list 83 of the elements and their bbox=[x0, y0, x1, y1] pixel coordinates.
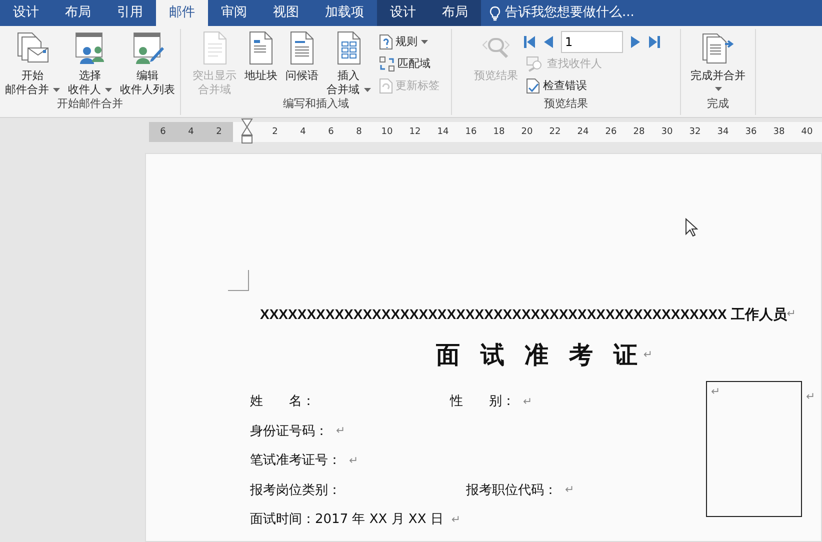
next-record-icon[interactable] bbox=[631, 36, 640, 48]
field-label: 身份证号码： bbox=[250, 422, 328, 440]
ruler-number: 16 bbox=[464, 126, 478, 139]
tell-me-search[interactable]: 告诉我您想要做什么... bbox=[505, 3, 634, 23]
person-pencil-icon bbox=[130, 31, 164, 65]
ribbon-tab[interactable]: 邮件 bbox=[156, 0, 208, 26]
paragraph-mark: ↵ bbox=[336, 423, 346, 439]
envelope-documents-icon bbox=[16, 31, 50, 65]
ruler-number: 38 bbox=[772, 126, 786, 139]
last-record-icon[interactable] bbox=[648, 36, 660, 48]
field-label: 笔试准考证号： bbox=[250, 452, 341, 470]
ribbon-tab[interactable]: 引用 bbox=[104, 0, 156, 26]
paragraph-mark: ↵ bbox=[523, 394, 532, 410]
ribbon-button[interactable]: 选择 收件人 bbox=[66, 31, 114, 97]
lightbulb-icon bbox=[489, 6, 501, 20]
paragraph-mark: ↵ bbox=[565, 482, 574, 498]
ruler-number: 4 bbox=[187, 126, 195, 139]
ruler-number: 8 bbox=[355, 126, 363, 139]
documents-arrow-icon bbox=[701, 31, 735, 65]
ribbon-button[interactable]: 完成并合并 bbox=[688, 31, 748, 97]
ribbon-tab[interactable]: 布局 bbox=[52, 0, 104, 26]
ruler-number: 26 bbox=[604, 126, 618, 139]
ribbon-button[interactable]: 规则 bbox=[376, 31, 442, 53]
ruler-number: 34 bbox=[716, 126, 730, 139]
paragraph-mark: ↵ bbox=[806, 389, 816, 405]
ribbon-tab[interactable]: 设计 bbox=[377, 0, 429, 26]
paragraph-mark: ↵ bbox=[451, 512, 461, 528]
ribbon-tab[interactable]: 视图 bbox=[260, 0, 312, 26]
crop-mark bbox=[228, 270, 249, 291]
ruler-number: 4 bbox=[299, 126, 307, 139]
paragraph-mark: ↵ bbox=[643, 346, 653, 363]
field-label: 报考职位代码： bbox=[466, 482, 557, 500]
group-label: 预览结果 bbox=[543, 97, 589, 112]
check-document-icon bbox=[526, 78, 540, 94]
ruler-number: 28 bbox=[632, 126, 646, 139]
ruler-number: 2 bbox=[215, 126, 223, 139]
ruler-number: 10 bbox=[380, 126, 394, 139]
ribbon-button[interactable]: 问候语 bbox=[284, 31, 320, 97]
ruler-number: 6 bbox=[327, 126, 335, 139]
refresh-document-icon bbox=[378, 78, 392, 94]
paragraph-mark: ↵ bbox=[786, 306, 796, 320]
ribbon-button[interactable]: 检查错误 bbox=[524, 75, 660, 97]
ribbon-button[interactable]: 匹配域 bbox=[376, 53, 442, 75]
ruler-number: 18 bbox=[492, 126, 506, 139]
document-title: 面 试 准 考 证 bbox=[436, 340, 644, 371]
ribbon-tab[interactable]: 审阅 bbox=[208, 0, 260, 26]
find-magnifier-icon bbox=[526, 56, 544, 72]
field-label: 报考岗位类别： bbox=[250, 482, 342, 500]
indent-marker-icon[interactable] bbox=[241, 118, 253, 144]
mouse-pointer-icon bbox=[685, 218, 698, 237]
first-record-icon[interactable] bbox=[524, 36, 536, 48]
ribbon-button[interactable]: 开始 邮件合并 bbox=[3, 31, 62, 97]
paragraph-mark: ↵ bbox=[711, 385, 720, 398]
field-label: 性 别： bbox=[450, 393, 515, 411]
record-field[interactable]: 1 bbox=[561, 31, 623, 53]
previous-record-icon[interactable] bbox=[544, 36, 553, 48]
rule-document-icon bbox=[378, 34, 392, 50]
ruler-number: 30 bbox=[660, 126, 674, 139]
ribbon-button[interactable]: 插入 合并域 bbox=[324, 31, 372, 97]
group-label: 完成 bbox=[706, 97, 730, 112]
ribbon-tab[interactable]: 布局 bbox=[429, 0, 481, 26]
ribbon-button[interactable]: 地址块 bbox=[242, 31, 280, 97]
ribbon-tab[interactable]: 加载项 bbox=[312, 0, 377, 26]
ruler-number: 20 bbox=[520, 126, 534, 139]
people-calendar-icon bbox=[73, 31, 107, 65]
ruler-number: 22 bbox=[548, 126, 562, 139]
header-text: XXXXXXXXXXXXXXXXXXXXXXXXXXXXXXXXXXXXXXXXXXXXXXXXXX 工作人员 bbox=[260, 305, 787, 324]
group-label: 开始邮件合并 bbox=[56, 97, 124, 112]
ribbon-button[interactable]: 编辑 收件人列表 bbox=[118, 31, 177, 97]
ruler-number: 36 bbox=[744, 126, 758, 139]
field-label: 姓 名： bbox=[250, 393, 316, 411]
ruler-number: 40 bbox=[800, 126, 814, 139]
ruler-number: 24 bbox=[576, 126, 590, 139]
ruler-number: 32 bbox=[688, 126, 702, 139]
ruler-number: 2 bbox=[271, 126, 279, 139]
ruler-number: 12 bbox=[408, 126, 422, 139]
ruler-number: 6 bbox=[159, 126, 167, 139]
group-label: 编写和插入域 bbox=[282, 97, 350, 112]
ribbon-tab[interactable]: 设计 bbox=[0, 0, 52, 26]
match-fields-icon bbox=[378, 56, 394, 72]
ruler-number: 14 bbox=[436, 126, 450, 139]
paragraph-mark: ↵ bbox=[349, 452, 358, 468]
field-label: 面试时间：2017 年 XX 月 XX 日 bbox=[250, 511, 444, 529]
